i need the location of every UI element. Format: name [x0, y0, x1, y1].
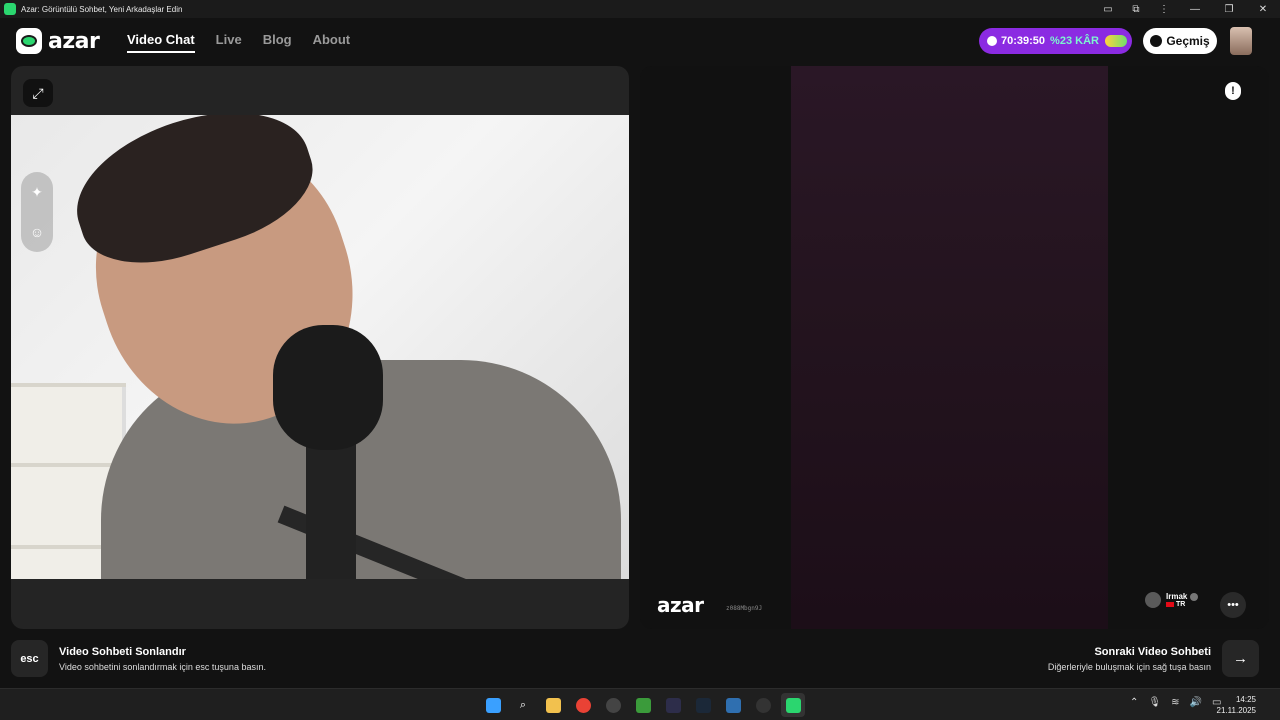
azar-taskbar-icon[interactable]: [781, 693, 805, 717]
tray-chevron-icon[interactable]: ⌃: [1130, 697, 1138, 708]
end-chat-hint: Video sohbetini sonlandırmak için esc tu…: [59, 662, 266, 672]
app-icon-5[interactable]: [751, 693, 775, 717]
peer-country: TR: [1176, 601, 1186, 608]
promo-timer-button[interactable]: 70:39:50 %23 KÂR: [979, 28, 1132, 54]
nav-about[interactable]: About: [313, 32, 351, 53]
app-icon-2[interactable]: [631, 693, 655, 717]
azar-logo-icon: [16, 28, 42, 54]
taskbar-time: 14:25: [1235, 695, 1256, 704]
next-chat-hint: Diğerleriyle buluşmak için sağ tuşa bası…: [1047, 662, 1211, 672]
azar-logo[interactable]: azar: [16, 28, 100, 54]
promo-discount: %23 KÂR: [1050, 35, 1099, 47]
restore-button[interactable]: ❐: [1212, 0, 1246, 18]
cast-icon[interactable]: ▭: [1094, 0, 1122, 18]
search-icon[interactable]: ⌕: [511, 693, 535, 717]
self-camera-feed: ✦ ☺: [11, 115, 629, 579]
next-arrow-icon[interactable]: →: [1222, 640, 1259, 677]
wifi-icon[interactable]: ≋: [1171, 697, 1179, 708]
taskbar-clock[interactable]: 14:25 21.11.2025: [1217, 694, 1256, 716]
history-label: Geçmiş: [1166, 34, 1210, 48]
end-chat-title: Video Sohbeti Sonlandır: [59, 646, 186, 658]
app-icon-3[interactable]: [661, 693, 685, 717]
peer-name: Irmak: [1166, 592, 1188, 601]
nav-live[interactable]: Live: [216, 32, 242, 53]
file-explorer-icon[interactable]: [541, 693, 565, 717]
watermark-logo: azar: [657, 593, 704, 617]
sparkle-effects-icon[interactable]: ✦: [31, 184, 43, 201]
volume-icon[interactable]: 🔊: [1189, 697, 1201, 708]
expand-icon[interactable]: ⤢: [23, 79, 53, 107]
end-chat-button[interactable]: esc: [11, 640, 48, 677]
peer-verified-icon: [1190, 592, 1199, 601]
logo-text: azar: [48, 28, 100, 54]
main-nav: Video Chat Live Blog About: [127, 32, 350, 53]
extensions-icon[interactable]: ⧉: [1122, 0, 1150, 18]
self-video-panel: ⤢ ✦ ☺: [11, 66, 629, 629]
peer-avatar: [1145, 592, 1161, 608]
remote-camera-feed: [791, 66, 1108, 629]
mic-stand: [306, 435, 356, 579]
coins-icon: [1104, 35, 1127, 47]
more-options-icon[interactable]: ⋮: [1150, 0, 1178, 18]
user-avatar[interactable]: [1230, 27, 1252, 55]
taskbar-date: 21.11.2025: [1216, 706, 1256, 715]
report-shield-icon[interactable]: !: [1225, 82, 1241, 100]
steam-icon[interactable]: [691, 693, 715, 717]
chrome-icon[interactable]: [571, 693, 595, 717]
os-taskbar: ⌕ ⌃ 🎙 ≋ 🔊 ▭ 14:25 21.11.2025: [0, 688, 1280, 720]
microphone: [273, 325, 383, 450]
effects-toolbar: ✦ ☺: [21, 172, 53, 252]
watermark-code: z088Mbgn9J: [726, 605, 763, 612]
nav-video-chat[interactable]: Video Chat: [127, 32, 195, 53]
chat-bubble-icon[interactable]: •••: [1220, 592, 1246, 618]
minimize-button[interactable]: —: [1178, 0, 1212, 18]
windows-start-icon[interactable]: [481, 693, 505, 717]
nav-blog[interactable]: Blog: [263, 32, 292, 53]
turkey-flag-icon: [1166, 602, 1174, 607]
promo-time: 70:39:50: [1001, 35, 1046, 47]
window-titlebar: Azar: Görüntülü Sohbet, Yeni Arkadaşlar …: [0, 0, 1280, 18]
window-title: Azar: Görüntülü Sohbet, Yeni Arkadaşlar …: [21, 4, 183, 14]
next-chat-title: Sonraki Video Sohbeti: [1094, 646, 1211, 658]
clock-icon: [987, 36, 997, 46]
face-filter-icon[interactable]: ☺: [30, 224, 44, 240]
history-button[interactable]: Geçmiş: [1143, 28, 1217, 54]
remote-video-panel: ! azar z088Mbgn9J Irmak TR •••: [640, 66, 1269, 629]
azar-app-icon: [4, 3, 16, 15]
history-clock-icon: [1150, 35, 1163, 47]
site-header: azar Video Chat Live Blog About 70:39:50…: [0, 18, 1280, 66]
app-icon-1[interactable]: [601, 693, 625, 717]
system-tray: ⌃ 🎙 ≋ 🔊 ▭: [1130, 697, 1221, 708]
peer-info[interactable]: Irmak TR: [1145, 592, 1199, 608]
app-icon-4[interactable]: [721, 693, 745, 717]
microphone-icon[interactable]: 🎙: [1148, 697, 1161, 708]
close-button[interactable]: ✕: [1246, 0, 1280, 18]
